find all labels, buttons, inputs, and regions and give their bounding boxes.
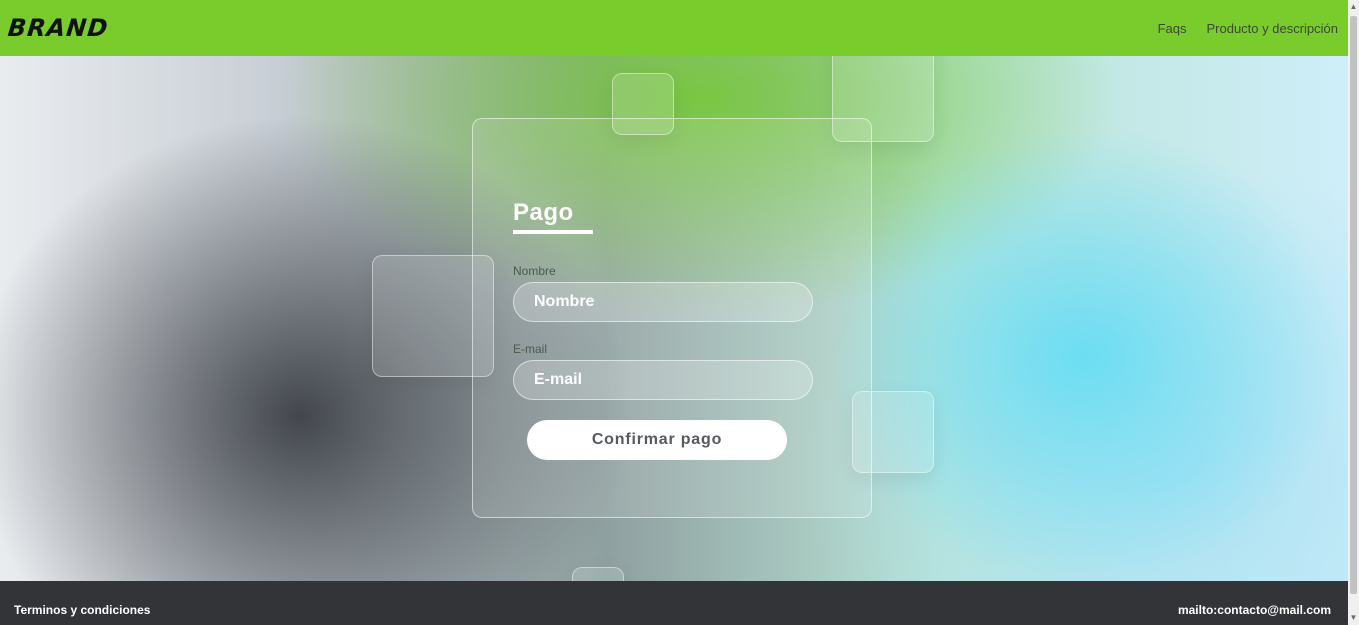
email-label: E-mail: [513, 342, 548, 356]
arrow-down-icon[interactable]: ▼: [1348, 611, 1359, 625]
name-input[interactable]: [513, 282, 813, 322]
decorative-square: [572, 567, 624, 581]
form-title: Pago: [513, 199, 574, 226]
arrow-up-icon[interactable]: ▲: [1348, 0, 1359, 14]
terms-link[interactable]: Terminos y condiciones: [14, 603, 150, 617]
email-input[interactable]: [513, 360, 813, 400]
scrollbar-thumb[interactable]: [1350, 16, 1357, 594]
name-label: Nombre: [513, 264, 556, 278]
contact-email-link[interactable]: mailto:contacto@mail.com: [1178, 603, 1331, 617]
navbar: BRAND Faqs Producto y descripción: [0, 0, 1348, 56]
nav-link-faqs[interactable]: Faqs: [1158, 21, 1187, 36]
payment-form: Pago Nombre E-mail Confirmar pago: [472, 118, 872, 518]
hero-background: Pago Nombre E-mail Confirmar pago: [0, 56, 1348, 581]
footer: Terminos y condiciones mailto:contacto@m…: [0, 581, 1348, 625]
title-underline: [513, 230, 593, 234]
confirm-payment-button[interactable]: Confirmar pago: [527, 420, 787, 460]
vertical-scrollbar[interactable]: ▲ ▼: [1348, 0, 1359, 625]
nav-links: Faqs Producto y descripción: [1158, 21, 1338, 36]
brand-logo[interactable]: BRAND: [7, 14, 110, 42]
nav-link-producto[interactable]: Producto y descripción: [1206, 21, 1338, 36]
